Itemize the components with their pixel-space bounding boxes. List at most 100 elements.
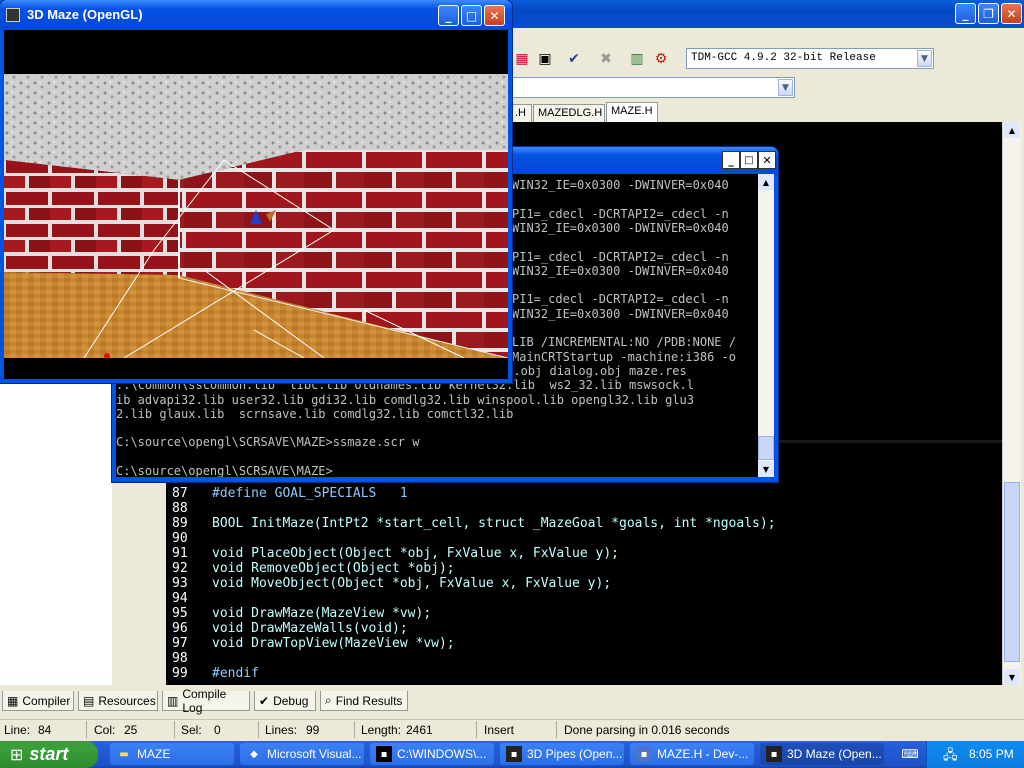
maze-window[interactable]: 3D Maze (OpenGL) _ □ ✕ bbox=[0, 0, 512, 383]
length-value: 2461 bbox=[406, 723, 433, 737]
code-line[interactable]: 98 bbox=[166, 651, 212, 666]
editor-scrollbar[interactable]: ▲ ▼ bbox=[1002, 122, 1021, 685]
code-line[interactable]: 99 #endif bbox=[166, 666, 259, 681]
network-icon[interactable]: 🖧 bbox=[943, 746, 958, 768]
chevron-down-icon[interactable]: ▼ bbox=[778, 79, 793, 96]
line-text: void MoveObject(Object *obj, FxValue x, … bbox=[212, 576, 612, 591]
code-line[interactable]: 95 void DrawMaze(MazeView *vw); bbox=[166, 606, 431, 621]
task-visual-studio[interactable]: ◆ Microsoft Visual... bbox=[240, 743, 364, 765]
palette-icon[interactable]: ▦ bbox=[511, 48, 533, 70]
lines-label: Lines: bbox=[265, 723, 298, 737]
col-value: 25 bbox=[124, 723, 138, 737]
console-line: 2.lib glaux.lib scrnsave.lib comdlg32.li… bbox=[116, 406, 514, 421]
maximize-icon[interactable]: □ bbox=[740, 151, 758, 169]
line-text: void DrawMazeWalls(void); bbox=[212, 621, 408, 636]
tab-mazedlg-h[interactable]: MAZEDLG.H bbox=[533, 104, 605, 122]
sel-value: 0 bbox=[214, 723, 221, 737]
task-3d-maze[interactable]: ▪ 3D Maze (Open... bbox=[760, 743, 884, 765]
line-number: 89 bbox=[172, 516, 188, 531]
console-scrollbar[interactable]: ▲ ▼ bbox=[758, 174, 774, 477]
console-line: LIB /INCREMENTAL:NO /PDB:NONE / bbox=[512, 335, 736, 350]
tab-find-results[interactable]: ⌕ Find Results bbox=[320, 691, 408, 711]
compiler-icon: ▦ bbox=[7, 693, 19, 708]
keyboard-icon[interactable]: ⌨ bbox=[900, 745, 920, 763]
maze-icon: ▪ bbox=[766, 746, 782, 762]
restore-icon[interactable]: ❐ bbox=[978, 3, 999, 24]
scroll-thumb[interactable] bbox=[1004, 482, 1020, 662]
code-line[interactable]: 91 void PlaceObject(Object *obj, FxValue … bbox=[166, 546, 619, 561]
line-number: 94 bbox=[172, 591, 188, 606]
folder-icon: ▬ bbox=[119, 748, 129, 760]
maze-scene bbox=[4, 30, 508, 379]
visual-studio-icon: ◆ bbox=[250, 748, 258, 760]
col-label: Col: bbox=[94, 723, 116, 737]
code-area[interactable]: 87 #define GOAL_SPECIALS 1 88 89 BOOL InitMa… bbox=[166, 486, 1002, 686]
pipes-icon: ▪ bbox=[506, 746, 522, 762]
line-number: 93 bbox=[172, 576, 188, 591]
minimize-icon[interactable]: _ bbox=[955, 3, 976, 24]
chevron-down-icon[interactable]: ▼ bbox=[917, 50, 932, 67]
system-tray: 🖧 8:05 PM bbox=[926, 741, 1024, 768]
log-icon: ▥ bbox=[167, 693, 179, 708]
line-number: 96 bbox=[172, 621, 188, 636]
status-bar: Line: 84 Col: 25 Sel: 0 Lines: 99 Length… bbox=[0, 719, 1024, 740]
panel-gap bbox=[112, 482, 166, 685]
console-line: WIN32_IE=0x0300 -DWINVER=0x040 bbox=[512, 263, 729, 278]
task-3d-pipes[interactable]: ▪ 3D Pipes (Open... bbox=[500, 743, 624, 765]
tab-maze-h[interactable]: MAZE.H bbox=[606, 102, 658, 122]
check-icon[interactable]: ✔ bbox=[563, 48, 585, 70]
tab-debug[interactable]: ✔ Debug bbox=[254, 691, 316, 711]
code-line[interactable]: 94 bbox=[166, 591, 212, 606]
maximize-icon[interactable]: □ bbox=[461, 5, 482, 26]
line-number: 99 bbox=[172, 666, 188, 681]
minimize-icon[interactable]: _ bbox=[438, 5, 459, 26]
line-number: 95 bbox=[172, 606, 188, 621]
code-line[interactable]: 89 BOOL InitMaze(IntPt2 *start_cell, stru… bbox=[166, 516, 776, 531]
maze-title-bar[interactable]: 3D Maze (OpenGL) _ □ ✕ bbox=[0, 0, 512, 30]
bottom-panel-tabs: ▦ Compiler ▤ Resources ▥ Compile Log ✔ Debug… bbox=[0, 687, 1024, 715]
profile-icon[interactable]: ⚙ bbox=[650, 48, 672, 70]
chart-icon[interactable]: ▥ bbox=[626, 48, 648, 70]
line-number: 88 bbox=[172, 501, 188, 516]
compiler-select[interactable]: TDM-GCC 4.9.2 32-bit Release ▼ bbox=[686, 48, 934, 69]
line-text: void PlaceObject(Object *obj, FxValue x,… bbox=[212, 546, 619, 561]
close-icon[interactable]: ✕ bbox=[758, 151, 776, 169]
scroll-up-icon[interactable]: ▲ bbox=[758, 174, 774, 190]
code-line[interactable]: 97 void DrawTopView(MazeView *vw); bbox=[166, 636, 455, 651]
code-line[interactable]: 90 bbox=[166, 531, 212, 546]
class-select[interactable]: ▼ bbox=[510, 77, 795, 98]
status-separator bbox=[556, 721, 557, 738]
project-browser[interactable] bbox=[0, 382, 113, 685]
tab-compile-log[interactable]: ▥ Compile Log bbox=[162, 687, 250, 715]
line-number: 92 bbox=[172, 561, 188, 576]
code-line[interactable]: 92 void RemoveObject(Object *obj); bbox=[166, 561, 455, 576]
close-icon[interactable]: ✕ bbox=[1001, 3, 1022, 24]
code-line[interactable]: 93 void MoveObject(Object *obj, FxValue x… bbox=[166, 576, 611, 591]
status-separator bbox=[354, 721, 355, 738]
line-number: 97 bbox=[172, 636, 188, 651]
task-maze-folder[interactable]: ▬ MAZE bbox=[110, 743, 234, 765]
task-cmd[interactable]: ▪ C:\WINDOWS\... bbox=[370, 743, 494, 765]
tab-file-h[interactable]: .H bbox=[510, 104, 532, 122]
tab-resources[interactable]: ▤ Resources bbox=[78, 691, 158, 711]
code-line[interactable]: 96 void DrawMazeWalls(void); bbox=[166, 621, 408, 636]
code-line[interactable]: 88 bbox=[166, 501, 212, 516]
minimize-icon[interactable]: _ bbox=[722, 151, 740, 169]
maze-3d-view[interactable] bbox=[4, 30, 508, 379]
line-text: void RemoveObject(Object *obj); bbox=[212, 561, 455, 576]
scroll-up-icon[interactable]: ▲ bbox=[1004, 122, 1020, 138]
console-line: WIN32_IE=0x0300 -DWINVER=0x040 bbox=[512, 178, 729, 192]
scroll-down-icon[interactable]: ▼ bbox=[758, 461, 774, 477]
devcpp-icon: ▪ bbox=[636, 746, 652, 762]
start-label: start bbox=[29, 744, 69, 764]
grid-icon[interactable]: ▣ bbox=[534, 48, 556, 70]
close-icon[interactable]: ✕ bbox=[484, 5, 505, 26]
tab-compiler[interactable]: ▦ Compiler bbox=[2, 691, 74, 711]
cross-icon[interactable]: ✖ bbox=[595, 48, 617, 70]
scroll-thumb[interactable] bbox=[758, 436, 774, 460]
task-devcpp[interactable]: ▪ MAZE.H - Dev-... bbox=[630, 743, 754, 765]
code-line[interactable]: 87 #define GOAL_SPECIALS 1 bbox=[166, 486, 408, 501]
start-button[interactable]: ⊞ start bbox=[0, 741, 98, 768]
clock[interactable]: 8:05 PM bbox=[969, 747, 1014, 761]
scroll-down-icon[interactable]: ▼ bbox=[1004, 669, 1020, 685]
